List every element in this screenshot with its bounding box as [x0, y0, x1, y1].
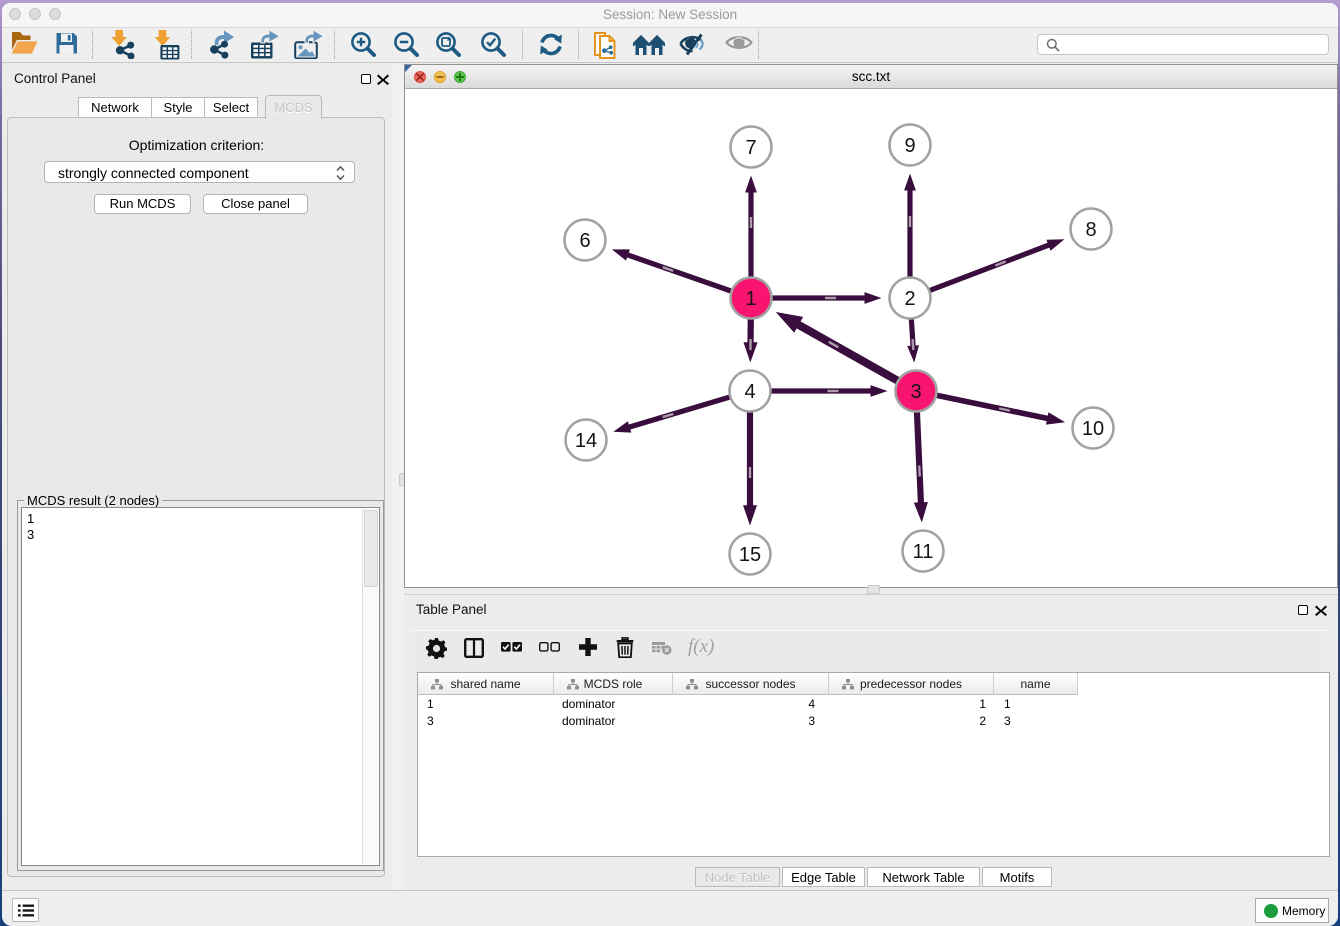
svg-text:9: 9	[904, 135, 915, 157]
svg-text:15: 15	[739, 544, 761, 566]
svg-text:6: 6	[579, 230, 590, 252]
svg-text:1: 1	[745, 288, 756, 310]
svg-text:4: 4	[744, 381, 755, 403]
svg-text:3: 3	[910, 381, 921, 403]
svg-text:14: 14	[575, 430, 597, 452]
svg-text:7: 7	[745, 137, 756, 159]
svg-text:2: 2	[904, 288, 915, 310]
svg-text:8: 8	[1085, 219, 1096, 241]
svg-text:11: 11	[913, 541, 934, 563]
svg-text:10: 10	[1082, 418, 1104, 440]
